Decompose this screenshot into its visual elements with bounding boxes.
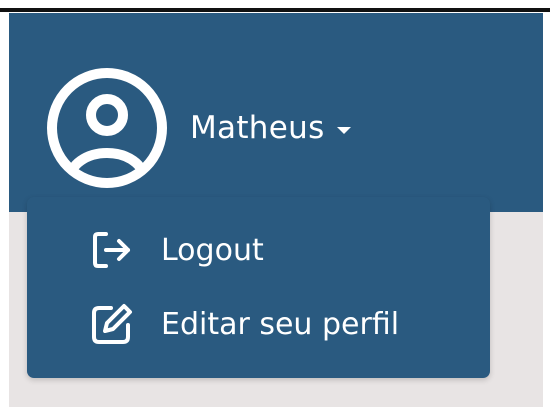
user-dropdown-menu: Logout Editar seu perfil	[27, 197, 490, 378]
user-menu-toggle[interactable]: Matheus	[46, 67, 351, 189]
logout-icon	[93, 232, 130, 268]
logout-menu-item[interactable]: Logout	[89, 224, 264, 276]
window-top-edge	[0, 0, 550, 13]
left-margin	[0, 13, 9, 407]
edit-profile-label: Editar seu perfil	[161, 306, 400, 342]
caret-down-icon	[336, 126, 351, 134]
logout-label: Logout	[161, 232, 264, 268]
navbar: Matheus	[9, 13, 543, 212]
edit-icon	[92, 304, 132, 344]
right-margin	[543, 13, 550, 407]
user-circle-icon	[47, 68, 167, 188]
username-label: Matheus	[190, 110, 325, 146]
edit-profile-menu-item[interactable]: Editar seu perfil	[89, 298, 399, 350]
